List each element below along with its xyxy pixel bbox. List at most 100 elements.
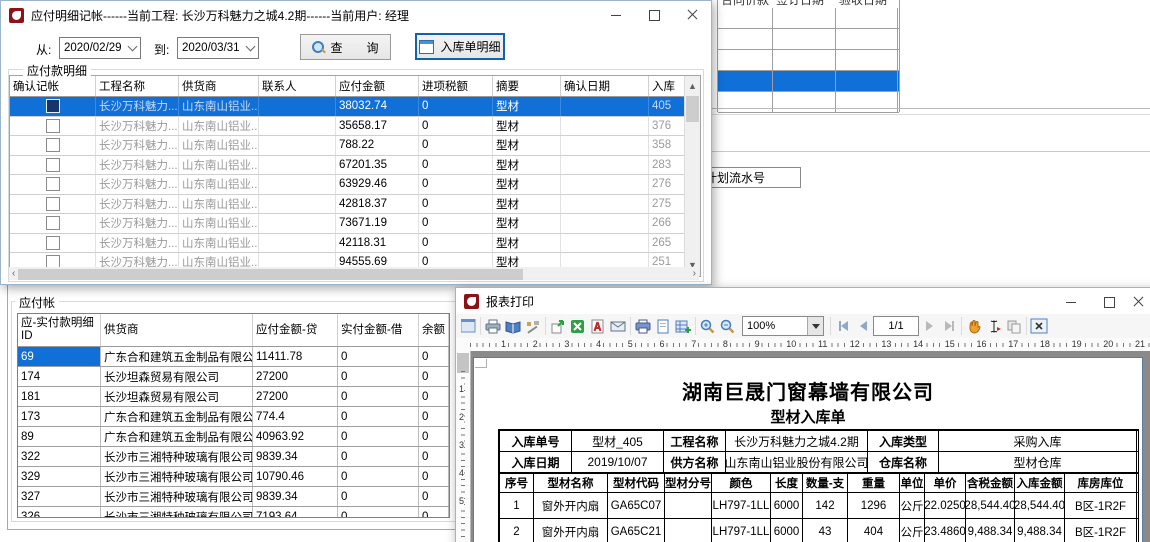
contract-table-row[interactable]: [718, 29, 899, 50]
excel-icon[interactable]: [568, 317, 588, 336]
account-table-row[interactable]: 69广东合和建筑五金制品有限公司11411.7800: [18, 347, 449, 367]
zoom-dropdown-arrow[interactable]: [807, 317, 823, 335]
next-page-button[interactable]: [919, 317, 939, 336]
confirm-checkbox[interactable]: [46, 197, 60, 211]
close-button[interactable]: [673, 1, 711, 29]
pdf-icon[interactable]: [588, 317, 608, 336]
report-minimize-button[interactable]: [1052, 288, 1090, 316]
scroll-right-arrow[interactable]: ›: [690, 268, 699, 279]
contract-table-row[interactable]: [718, 92, 899, 113]
print-setup-icon[interactable]: [633, 317, 653, 336]
confirm-checkbox[interactable]: [46, 177, 60, 191]
query-button[interactable]: 查 询: [300, 34, 391, 60]
confirm-checkbox[interactable]: [46, 138, 60, 152]
from-date-picker[interactable]: 2020/02/29: [59, 37, 141, 59]
horizontal-scroll-thumb[interactable]: [18, 269, 523, 280]
report-titlebar[interactable]: 报表打印: [456, 288, 1150, 314]
scroll-up-arrow[interactable]: ▲: [685, 82, 700, 91]
confirm-checkbox[interactable]: [46, 158, 60, 172]
table-row[interactable]: 长沙万科魅力...山东南山铝业...42818.370型材275: [10, 195, 700, 215]
page-number-box[interactable]: 1/1: [873, 316, 919, 336]
account-table-cell: 广东合和建筑五金制品有限公司: [101, 347, 253, 366]
zoom-level-combobox[interactable]: 100%: [742, 316, 824, 336]
table-row[interactable]: 长沙万科魅力...山东南山铝业...67201.350型材283: [10, 156, 700, 176]
zoom-in-icon[interactable]: [698, 317, 718, 336]
hand-tool-icon[interactable]: [964, 317, 984, 336]
prev-page-button[interactable]: [853, 317, 873, 336]
table-cell: 长沙万科魅力...: [96, 156, 179, 175]
grid-export-icon[interactable]: [673, 317, 693, 336]
account-table-row[interactable]: 322长沙市三湘特种玻璃有限公司9839.3400: [18, 447, 449, 467]
copy-icon[interactable]: [1004, 317, 1024, 336]
confirm-checkbox[interactable]: [46, 99, 60, 113]
column-header-4[interactable]: 应付金额: [336, 76, 419, 96]
payable-detail-titlebar[interactable]: 应付明细记帐------当前工程: 长沙万科魅力之城4.2期------当前用户…: [1, 1, 711, 29]
contract-table-row[interactable]: [718, 8, 899, 29]
report-preview-area[interactable]: 12345 湖南巨晟门窗幕墙有限公司 型材入库单 入库单号型材_405工程名称长…: [456, 351, 1150, 542]
report-maximize-button[interactable]: [1090, 288, 1128, 316]
contract-table-row[interactable]: [718, 71, 899, 92]
account-column-header-4[interactable]: 余额: [419, 314, 449, 346]
column-header-0[interactable]: 确认记帐: [10, 76, 96, 96]
first-page-button[interactable]: [833, 317, 853, 336]
account-column-header-0[interactable]: 应-实付款明细ID: [18, 314, 101, 346]
print-icon[interactable]: [483, 317, 503, 336]
column-header-2[interactable]: 供货商: [179, 76, 259, 96]
report-detail-column-header: 重量: [848, 473, 900, 492]
account-table-cell: 89: [18, 427, 101, 446]
table-row[interactable]: 长沙万科魅力...山东南山铝业...42118.310型材265: [10, 234, 700, 254]
account-table-cell: 0: [338, 347, 419, 366]
account-column-header-2[interactable]: 应付金额-贷: [253, 314, 338, 346]
table-row[interactable]: 长沙万科魅力...山东南山铝业...63929.460型材276: [10, 175, 700, 195]
inbound-form-icon: [419, 40, 434, 54]
confirm-checkbox[interactable]: [46, 236, 60, 250]
table-row[interactable]: 长沙万科魅力...山东南山铝业...38032.740型材405: [10, 97, 700, 117]
account-table-row[interactable]: 326长沙市三湘特种玻璃有限公司7193.6400: [18, 507, 449, 517]
account-column-header-1[interactable]: 供货商: [101, 314, 253, 346]
account-table-row[interactable]: 173广东合和建筑五金制品有限公司774.400: [18, 407, 449, 427]
inbound-detail-button[interactable]: 入库单明细: [415, 33, 505, 60]
vertical-scrollbar[interactable]: ▲ ▼: [684, 76, 700, 276]
account-table-row[interactable]: 327长沙市三湘特种玻璃有限公司9839.3400: [18, 487, 449, 507]
account-table-row[interactable]: 89广东合和建筑五金制品有限公司40963.9200: [18, 427, 449, 447]
table-row[interactable]: 长沙万科魅力...山东南山铝业...73671.190型材266: [10, 214, 700, 234]
column-header-5[interactable]: 进项税额: [419, 76, 493, 96]
account-table-row[interactable]: 329长沙市三湘特种玻璃有限公司10790.4600: [18, 467, 449, 487]
table-row[interactable]: 长沙万科魅力...山东南山铝业...788.220型材358: [10, 136, 700, 156]
tools-icon[interactable]: [523, 317, 543, 336]
zoom-out-icon[interactable]: [718, 317, 738, 336]
table-row[interactable]: 长沙万科魅力...山东南山铝业...35658.170型材376: [10, 117, 700, 137]
minimize-button[interactable]: [597, 1, 635, 29]
confirm-checkbox[interactable]: [46, 216, 60, 230]
export-icon[interactable]: [548, 317, 568, 336]
contract-table-row[interactable]: [718, 50, 899, 71]
form-icon[interactable]: [458, 317, 478, 336]
report-close-button[interactable]: [1128, 288, 1148, 316]
close-preview-icon[interactable]: [1029, 317, 1049, 336]
account-table-row[interactable]: 181长沙坦森贸易有限公司2720000: [18, 387, 449, 407]
column-header-3[interactable]: 联系人: [259, 76, 336, 96]
payable-detail-grid[interactable]: 确认记帐工程名称供货商联系人应付金额进项税额摘要确认日期入库 长沙万科魅力...…: [9, 75, 701, 277]
last-page-button[interactable]: [939, 317, 959, 336]
account-column-header-3[interactable]: 实付金额-借: [338, 314, 419, 346]
account-table-row[interactable]: 174长沙坦森贸易有限公司2720000: [18, 367, 449, 387]
column-header-6[interactable]: 摘要: [493, 76, 561, 96]
column-header-7[interactable]: 确认日期: [561, 76, 649, 96]
report-detail-column-header: 数量-支: [803, 473, 848, 492]
page-icon[interactable]: [653, 317, 673, 336]
book-icon[interactable]: [503, 317, 523, 336]
vertical-scroll-thumb[interactable]: [686, 96, 699, 122]
report-company-title: 湖南巨晟门窗幕墙有限公司: [474, 376, 1142, 405]
horizontal-scrollbar[interactable]: ‹ ›: [9, 267, 699, 280]
column-header-1[interactable]: 工程名称: [96, 76, 179, 96]
from-dropdown-arrow[interactable]: [125, 38, 140, 58]
scroll-left-arrow[interactable]: ‹: [9, 268, 18, 279]
mail-icon[interactable]: [608, 317, 628, 336]
text-select-icon[interactable]: [984, 317, 1004, 336]
confirm-checkbox[interactable]: [46, 119, 60, 133]
payable-account-grid[interactable]: 应-实付款明细ID供货商应付金额-贷实付金额-借余额 69广东合和建筑五金制品有…: [17, 313, 450, 518]
to-date-picker[interactable]: 2020/03/31: [177, 37, 259, 59]
to-dropdown-arrow[interactable]: [243, 38, 258, 58]
maximize-button[interactable]: [635, 1, 673, 29]
column-header-8[interactable]: 入库: [649, 76, 685, 96]
